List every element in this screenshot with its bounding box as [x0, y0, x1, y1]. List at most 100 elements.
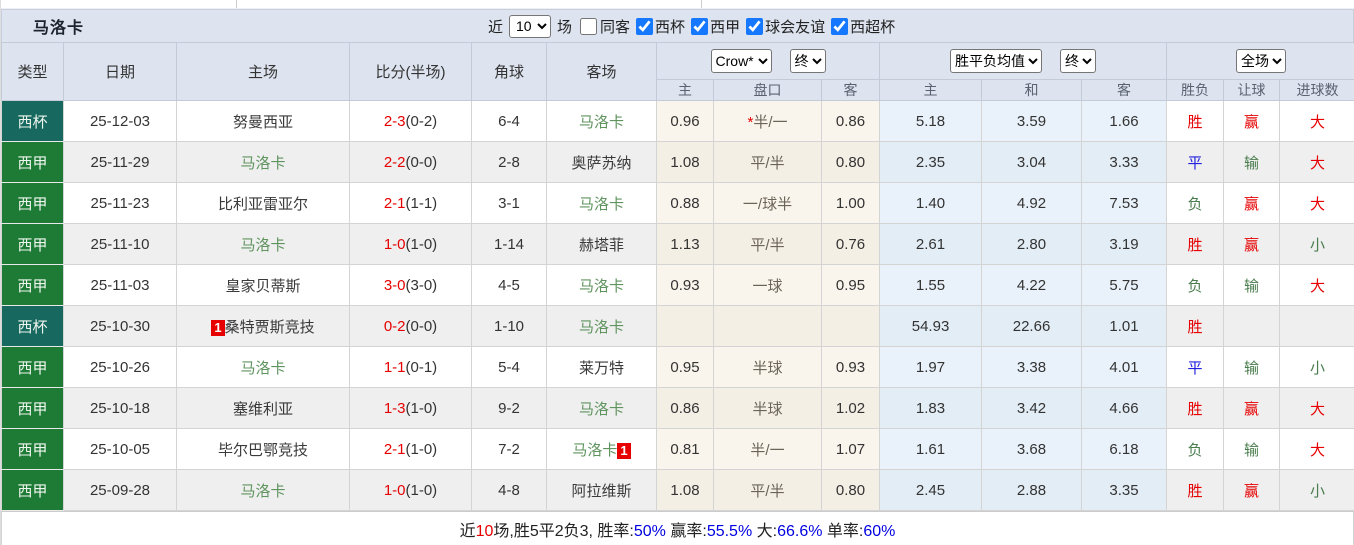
handicap-line: 平/半 — [750, 482, 785, 500]
away-team-link[interactable]: 马洛卡 — [579, 401, 624, 418]
corner-cell: 5-4 — [471, 346, 547, 388]
goals-result-cell: 小 — [1279, 469, 1354, 511]
home-team-link[interactable]: 马洛卡 — [240, 237, 285, 254]
goals-result-cell: 小 — [1279, 223, 1354, 265]
result-cell: 胜 — [1166, 387, 1225, 429]
score-cell: 2-1(1-0) — [349, 428, 472, 470]
handicap-result-cell: 赢 — [1223, 469, 1281, 511]
goals-result-cell: 大 — [1279, 100, 1354, 142]
home-team-link[interactable]: 马洛卡 — [240, 360, 285, 377]
home-team-cell: 皇家贝蒂斯 — [176, 264, 350, 306]
avg-home-cell: 1.40 — [879, 182, 983, 224]
away-team-link[interactable]: 马洛卡 — [579, 319, 624, 336]
home-team-link[interactable]: 塞维利亚 — [233, 401, 293, 418]
match-type-cell: 西甲 — [1, 346, 64, 388]
handicap-result-cell: 输 — [1223, 346, 1281, 388]
fulltime-select[interactable]: 全场 — [1236, 49, 1287, 73]
home-team-link[interactable]: 桑特贾斯竞技 — [225, 319, 315, 336]
avg-home-cell: 1.83 — [879, 387, 983, 429]
league-filter-xijia[interactable]: 西甲 — [687, 16, 740, 37]
avg-away-cell: 7.53 — [1081, 182, 1168, 224]
match-type-cell: 西甲 — [1, 182, 64, 224]
result-cell: 胜 — [1166, 223, 1225, 265]
halftime-score: (0-0) — [405, 153, 438, 171]
league-filter-friendly[interactable]: 球会友谊 — [742, 16, 825, 37]
same-venue-checkbox[interactable] — [580, 17, 598, 35]
corner-cell: 3-1 — [471, 182, 547, 224]
halftime-score: (0-2) — [405, 112, 438, 130]
header-date: 日期 — [63, 42, 177, 101]
halftime-score: (1-0) — [405, 235, 438, 253]
away-team-cell: 阿拉维斯 — [546, 469, 657, 511]
league-filter-supercup[interactable]: 西超杯 — [827, 16, 895, 37]
handicap-result-cell: 输 — [1223, 141, 1281, 183]
avg-type-select[interactable]: 胜平负均值 — [950, 49, 1043, 73]
away-team-link[interactable]: 马洛卡 — [579, 196, 624, 213]
away-team-link[interactable]: 奥萨苏纳 — [571, 155, 631, 172]
handicap-cell: *半/一 — [713, 100, 822, 142]
xibei-label: 西杯 — [655, 18, 686, 36]
halftime-score: (1-0) — [405, 481, 438, 499]
avg-period-select[interactable]: 终 — [1060, 49, 1097, 73]
subheader-avg-home: 主 — [879, 79, 983, 101]
away-team-link[interactable]: 阿拉维斯 — [571, 483, 631, 500]
top-strip — [1, 0, 1354, 9]
match-type-cell: 西甲 — [1, 264, 64, 306]
away-team-link[interactable]: 莱万特 — [579, 360, 624, 377]
handicap-cell: 半/一 — [713, 428, 822, 470]
friendly-checkbox[interactable] — [746, 17, 764, 35]
away-team-link[interactable]: 马洛卡 — [572, 442, 617, 459]
home-odds-cell: 1.08 — [656, 141, 714, 183]
home-team-link[interactable]: 毕尔巴鄂竞技 — [218, 442, 308, 459]
table-row: 西甲 25-11-03 皇家贝蒂斯 3-0(3-0) 4-5 马洛卡 0.93 … — [1, 264, 1354, 306]
xibei-checkbox[interactable] — [636, 17, 654, 35]
home-team-link[interactable]: 马洛卡 — [240, 483, 285, 500]
fulltime-score: 2-1 — [383, 194, 406, 212]
away-odds-cell: 0.93 — [820, 346, 881, 388]
goals-result-cell: 小 — [1279, 346, 1354, 388]
bookmaker-period-select[interactable]: 终 — [789, 49, 826, 73]
table-row: 西甲 25-11-23 比利亚雷亚尔 2-1(1-1) 3-1 马洛卡 0.88… — [1, 182, 1354, 224]
away-odds-cell: 1.02 — [820, 387, 881, 429]
xijia-checkbox[interactable] — [691, 17, 709, 35]
goals-result-cell: 大 — [1279, 141, 1354, 183]
home-team-link[interactable]: 努曼西亚 — [233, 114, 293, 131]
handicap-line: 平/半 — [750, 154, 785, 172]
header-avg-group: 胜平负均值 终 — [879, 42, 1168, 80]
near-label: 近 — [488, 18, 504, 36]
table-row: 西杯 25-10-30 1 桑特贾斯竞技 0-2(0-0) 1-10 马洛卡 54… — [1, 305, 1354, 347]
fulltime-score: 1-0 — [383, 235, 406, 253]
away-team-link[interactable]: 马洛卡 — [579, 114, 624, 131]
table-row: 西甲 25-10-18 塞维利亚 1-3(1-0) 9-2 马洛卡 0.86 半… — [1, 387, 1354, 429]
handicap-line: 平/半 — [750, 236, 785, 254]
handicap-line: 半球 — [752, 359, 783, 377]
header-fulltime-group: 全场 — [1166, 42, 1354, 80]
handicap-line: 半/一 — [753, 113, 788, 131]
friendly-label: 球会友谊 — [765, 18, 826, 36]
handicap-result-cell: 赢 — [1223, 100, 1281, 142]
home-team-cell: 毕尔巴鄂竞技 — [176, 428, 350, 470]
handicap-result-cell: 赢 — [1223, 223, 1281, 265]
fulltime-score: 1-1 — [383, 358, 406, 376]
home-team-link[interactable]: 比利亚雷亚尔 — [218, 196, 308, 213]
handicap-cell: 半球 — [713, 346, 822, 388]
home-team-cell: 比利亚雷亚尔 — [176, 182, 350, 224]
avg-away-cell: 3.33 — [1081, 141, 1168, 183]
corner-cell: 4-8 — [471, 469, 547, 511]
home-team-link[interactable]: 皇家贝蒂斯 — [225, 278, 300, 295]
league-filter-xibei[interactable]: 西杯 — [632, 16, 685, 37]
home-team-link[interactable]: 马洛卡 — [240, 155, 285, 172]
score-cell: 2-3(0-2) — [349, 100, 472, 142]
supercup-checkbox[interactable] — [831, 17, 849, 35]
subheader-home-odds: 主 — [656, 79, 714, 101]
away-team-link[interactable]: 赫塔菲 — [579, 237, 624, 254]
result-cell: 胜 — [1166, 100, 1225, 142]
goals-result-cell — [1279, 305, 1354, 347]
score-cell: 1-3(1-0) — [349, 387, 472, 429]
home-odds-cell: 0.81 — [656, 428, 714, 470]
games-count-select[interactable]: 10 — [509, 14, 552, 38]
away-team-link[interactable]: 马洛卡 — [579, 278, 624, 295]
table-row: 西甲 25-11-10 马洛卡 1-0(1-0) 1-14 赫塔菲 1.13 平… — [1, 223, 1354, 265]
bookmaker-select[interactable]: Crow* — [710, 49, 772, 73]
fulltime-score: 1-3 — [383, 399, 406, 417]
